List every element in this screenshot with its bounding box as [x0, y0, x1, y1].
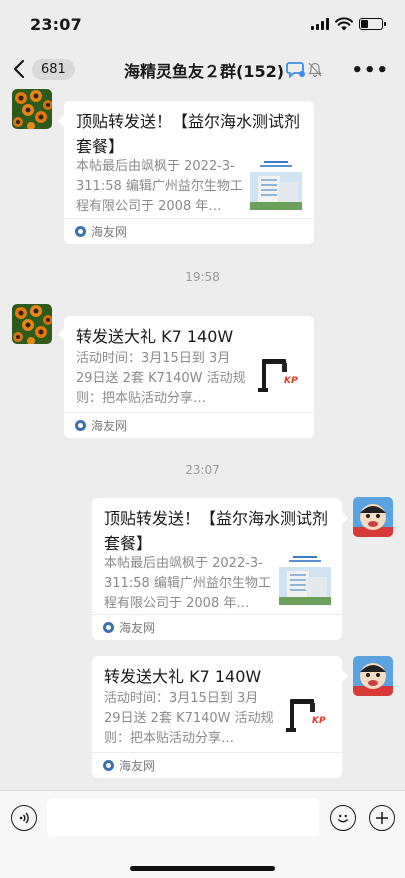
- source-icon: [75, 226, 86, 237]
- timestamp: 19:58: [185, 270, 220, 284]
- building-thumbnail-image: [279, 553, 331, 605]
- source-name: 海友网: [119, 621, 156, 635]
- unread-count-badge: 681: [32, 58, 75, 80]
- card-title: 转发送大礼 K7 140W: [104, 667, 262, 686]
- link-card-message[interactable]: 顶贴转发送！【益尔海水测试剂套餐】 本帖最后由飒枫于 2022-3-311:58…: [92, 498, 342, 640]
- card-title: 顶贴转发送！【益尔海水测试剂套餐】: [104, 509, 329, 553]
- card-description: 活动时间：3月15日到 3月29日送 2套 K7140W 活动规则：把本贴活动分…: [76, 351, 246, 406]
- plus-icon: [376, 812, 388, 824]
- coral-avatar-image: [12, 304, 52, 344]
- card-thumbnail: [250, 158, 302, 210]
- card-thumbnail: [279, 553, 331, 605]
- input-bar: [0, 790, 405, 878]
- card-thumbnail: KP: [252, 353, 304, 405]
- building-thumbnail-image: [250, 158, 302, 210]
- source-icon: [75, 420, 86, 431]
- timestamp: 23:07: [185, 463, 220, 477]
- card-title: 顶贴转发送！【益尔海水测试剂套餐】: [76, 112, 301, 156]
- chat-header: 681 海精灵鱼友２群(152) •••: [0, 48, 405, 90]
- status-icons: [311, 17, 386, 31]
- my-avatar[interactable]: [353, 656, 393, 696]
- card-source: 海友网: [64, 218, 314, 244]
- cartoon-avatar-image: [353, 656, 393, 696]
- wifi-icon: [335, 17, 353, 31]
- emoji-icon: [338, 814, 348, 823]
- card-description: 本帖最后由飒枫于 2022-3-311:58 编辑广州益尔生物工程有限公司于 2…: [76, 159, 243, 214]
- card-source: 海友网: [92, 752, 342, 778]
- coral-avatar-image: [12, 89, 52, 129]
- emoji-button[interactable]: [330, 805, 356, 831]
- cellular-signal-icon: [311, 18, 329, 30]
- voice-button[interactable]: [11, 805, 37, 831]
- my-avatar[interactable]: [353, 497, 393, 537]
- message-input[interactable]: [47, 799, 319, 836]
- battery-icon: [359, 18, 386, 30]
- svg-text:KP: KP: [284, 376, 298, 386]
- link-card-message[interactable]: 顶贴转发送！【益尔海水测试剂套餐】 本帖最后由飒枫于 2022-3-311:58…: [64, 101, 314, 244]
- svg-text:KP: KP: [312, 716, 326, 726]
- chat-title[interactable]: 海精灵鱼友２群(152): [124, 58, 322, 82]
- sender-avatar[interactable]: [12, 89, 52, 129]
- card-thumbnail: KP: [280, 693, 332, 745]
- source-icon: [103, 760, 114, 771]
- bubble-tail: [342, 512, 348, 524]
- chat-title-text: 海精灵鱼友２群(152): [124, 62, 285, 81]
- back-button[interactable]: 681: [12, 58, 75, 80]
- lamp-thumbnail-image: KP: [252, 353, 304, 405]
- battery-level: [361, 20, 368, 28]
- card-description: 本帖最后由飒枫于 2022-3-311:58 编辑广州益尔生物工程有限公司于 2…: [104, 556, 271, 611]
- card-title: 转发送大礼 K7 140W: [76, 327, 234, 346]
- home-indicator: [130, 866, 275, 871]
- plus-button[interactable]: [369, 805, 395, 831]
- source-name: 海友网: [91, 225, 128, 239]
- status-time: 23:07: [30, 14, 82, 34]
- cartoon-avatar-image: [353, 497, 393, 537]
- more-options-button[interactable]: •••: [351, 60, 389, 81]
- mute-bell-icon: [308, 62, 322, 78]
- card-source: 海友网: [92, 614, 342, 640]
- status-bar: 23:07: [0, 0, 405, 48]
- source-name: 海友网: [91, 419, 128, 433]
- channel-chat-icon: [286, 62, 306, 79]
- sender-avatar[interactable]: [12, 304, 52, 344]
- card-description: 活动时间：3月15日到 3月29日送 2套 K7140W 活动规则：把本贴活动分…: [104, 691, 274, 746]
- link-card-message[interactable]: 转发送大礼 K7 140W 活动时间：3月15日到 3月29日送 2套 K714…: [64, 316, 314, 438]
- card-source: 海友网: [64, 412, 314, 438]
- chevron-left-icon: [13, 59, 25, 79]
- source-icon: [103, 622, 114, 633]
- lamp-thumbnail-image: KP: [280, 693, 332, 745]
- link-card-message[interactable]: 转发送大礼 K7 140W 活动时间：3月15日到 3月29日送 2套 K714…: [92, 656, 342, 778]
- voice-icon: [19, 812, 29, 824]
- source-name: 海友网: [119, 759, 156, 773]
- bubble-tail: [342, 670, 348, 682]
